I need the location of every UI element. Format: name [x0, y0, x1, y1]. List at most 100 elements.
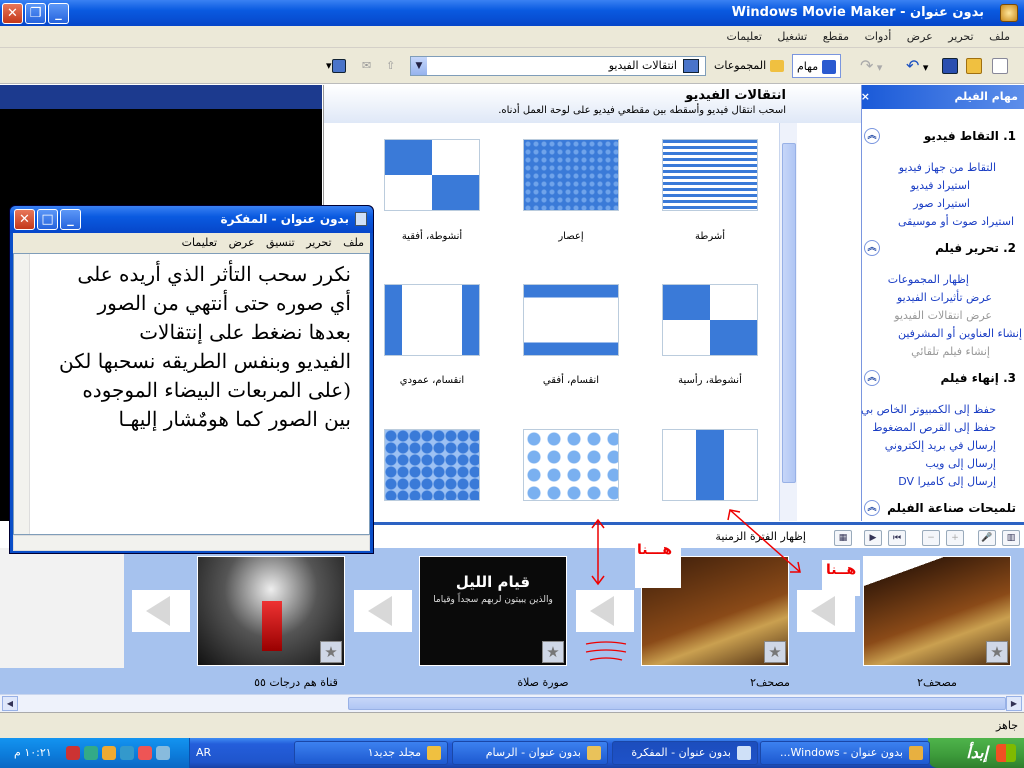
notepad-menu-view[interactable]: عرض: [229, 233, 255, 253]
restore-button[interactable]: ❐: [25, 3, 46, 24]
scrollbar-thumb[interactable]: [348, 697, 1006, 710]
scrollbar-thumb[interactable]: [782, 143, 796, 483]
notepad-hscrollbar[interactable]: [13, 535, 370, 551]
tray-icon[interactable]: [102, 746, 116, 760]
play-icon[interactable]: ▶: [864, 530, 882, 546]
collections-scrollbar[interactable]: [779, 123, 797, 521]
zoom-out-icon[interactable]: −: [922, 530, 940, 546]
menu-edit[interactable]: تحرير: [948, 26, 973, 48]
undo-icon[interactable]: ↶ ▾: [906, 54, 928, 78]
task-link[interactable]: عرض تأثيرات الفيديو: [897, 291, 992, 304]
new-collection-folder-icon[interactable]: ✉: [362, 54, 371, 78]
rewind-icon[interactable]: ⏮: [888, 530, 906, 546]
storyboard-clip[interactable]: ★: [197, 556, 345, 666]
task-link[interactable]: استيراد فيديو: [910, 179, 970, 192]
clock[interactable]: ١٠:٢١ م: [14, 746, 52, 759]
effect-star-icon[interactable]: ★: [320, 641, 342, 663]
menu-view[interactable]: عرض: [907, 26, 933, 48]
task-link[interactable]: حفظ إلى الكمبيوتر الخاص بي: [861, 403, 996, 416]
storyboard-clip[interactable]: قيام الليل والذين يبيتون لربهم سجداً وقي…: [419, 556, 567, 666]
transition-thumb-pixelate[interactable]: [384, 429, 480, 501]
collection-dropdown[interactable]: انتقالات الفيديو ▼: [410, 56, 706, 76]
menu-clip[interactable]: مقطع: [823, 26, 849, 48]
taskbar-item-folder[interactable]: مجلد جديد١: [294, 741, 448, 765]
section-capture-video[interactable]: 1. التقاط فيديو ︽: [864, 128, 1016, 144]
chevron-up-icon[interactable]: ︽: [864, 240, 880, 256]
notepad-scrollbar[interactable]: [14, 254, 30, 534]
notepad-menu-format[interactable]: تنسيق: [266, 233, 295, 253]
chevron-down-icon[interactable]: ▼: [411, 57, 427, 75]
task-link[interactable]: إنشاء فيلم تلقائي: [911, 345, 990, 358]
transition-thumb-bowtie-horizontal[interactable]: [384, 139, 480, 211]
chevron-up-icon[interactable]: ︽: [864, 370, 880, 386]
task-link[interactable]: إرسال في بريد إلكتروني: [885, 439, 996, 452]
chevron-up-icon[interactable]: ︽: [864, 500, 880, 516]
chevron-up-icon[interactable]: ︽: [864, 128, 880, 144]
menu-file[interactable]: ملف: [989, 26, 1010, 48]
notepad-window[interactable]: بدون عنوان - المفكرة ✕ □ _ ملف تحرير تنس…: [9, 205, 374, 554]
menu-help[interactable]: تعليمات: [726, 26, 761, 48]
task-link[interactable]: استيراد صور: [913, 197, 970, 210]
effect-star-icon[interactable]: ★: [542, 641, 564, 663]
timeline-icon[interactable]: ▦: [834, 530, 852, 546]
new-project-icon[interactable]: [992, 54, 1008, 78]
start-button[interactable]: إبدأ: [928, 738, 1024, 768]
notepad-maximize-button[interactable]: □: [37, 209, 58, 230]
close-icon[interactable]: ×: [856, 85, 870, 109]
volume-icon[interactable]: [156, 746, 170, 760]
transition-thumb-bars[interactable]: [662, 139, 758, 211]
tasks-button[interactable]: مهام: [792, 54, 841, 78]
tray-icon[interactable]: [84, 746, 98, 760]
close-button[interactable]: ✕: [2, 3, 23, 24]
collections-button[interactable]: المجموعات: [714, 54, 784, 78]
transition-thumb-split-vertical[interactable]: [384, 284, 480, 356]
tray-icon[interactable]: [120, 746, 134, 760]
transition-thumb-slide[interactable]: [662, 429, 758, 501]
scroll-left-icon[interactable]: ◀: [2, 696, 18, 711]
language-indicator[interactable]: AR: [196, 746, 211, 759]
transition-slot[interactable]: [797, 590, 855, 632]
transition-slot[interactable]: [132, 590, 190, 632]
narrate-icon[interactable]: 🎤: [978, 530, 996, 546]
taskbar-item-notepad[interactable]: بدون عنوان - المفكرة: [612, 741, 758, 765]
menu-play[interactable]: تشغيل: [777, 26, 807, 48]
section-movie-tips[interactable]: تلميحات صناعة الفيلم ︽: [864, 500, 1016, 516]
transition-thumb-squares[interactable]: [523, 429, 619, 501]
notepad-menu-help[interactable]: تعليمات: [182, 233, 217, 253]
task-link[interactable]: إظهار المجموعات: [888, 273, 969, 286]
task-link[interactable]: إنشاء العناوين أو المشرفين: [898, 327, 1022, 340]
effect-star-icon[interactable]: ★: [986, 641, 1008, 663]
taskbar-item-moviemaker[interactable]: بدون عنوان - Windows...: [760, 741, 930, 765]
scroll-right-icon[interactable]: ▶: [1006, 696, 1022, 711]
save-project-icon[interactable]: [942, 54, 958, 78]
tray-icon[interactable]: [138, 746, 152, 760]
open-project-icon[interactable]: [966, 54, 982, 78]
notepad-close-button[interactable]: ✕: [14, 209, 35, 230]
redo-icon[interactable]: ↷ ▾: [860, 54, 882, 78]
menu-tools[interactable]: أدوات: [865, 26, 892, 48]
notepad-menu-edit[interactable]: تحرير: [306, 233, 331, 253]
section-edit-movie[interactable]: 2. تحرير فيلم ︽: [864, 240, 1016, 256]
task-link[interactable]: عرض انتقالات الفيديو: [894, 309, 992, 322]
storyboard-scrollbar[interactable]: ◀ ▶: [0, 694, 1024, 712]
storyboard-empty-slot[interactable]: [0, 548, 124, 668]
zoom-in-icon[interactable]: +: [946, 530, 964, 546]
task-link[interactable]: حفظ إلى القرص المضغوط: [872, 421, 996, 434]
transition-thumb-split-horizontal[interactable]: [523, 284, 619, 356]
effect-star-icon[interactable]: ★: [764, 641, 786, 663]
task-link[interactable]: استيراد صوت أو موسيقى: [898, 215, 1014, 228]
section-finish-movie[interactable]: 3. إنهاء فيلم ︽: [864, 370, 1016, 386]
notepad-minimize-button[interactable]: _: [60, 209, 81, 230]
audio-levels-icon[interactable]: ▥: [1002, 530, 1020, 546]
minimize-button[interactable]: _: [48, 3, 69, 24]
transition-slot[interactable]: [354, 590, 412, 632]
show-timeline-button[interactable]: إظهار الفترة الزمنية: [715, 530, 806, 543]
notepad-text-area[interactable]: نكرر سحب التأثر الذي أريده على أي صوره ح…: [13, 253, 370, 535]
tray-icon[interactable]: [66, 746, 80, 760]
transition-slot[interactable]: [576, 590, 634, 632]
up-folder-icon[interactable]: ⇧: [386, 54, 395, 78]
views-icon[interactable]: ▾: [326, 54, 346, 78]
storyboard-clip[interactable]: ★: [863, 556, 1011, 666]
transition-thumb-whirlwind[interactable]: [523, 139, 619, 211]
window-titlebar[interactable]: بدون عنوان - Windows Movie Maker ✕ ❐ _: [0, 0, 1024, 26]
